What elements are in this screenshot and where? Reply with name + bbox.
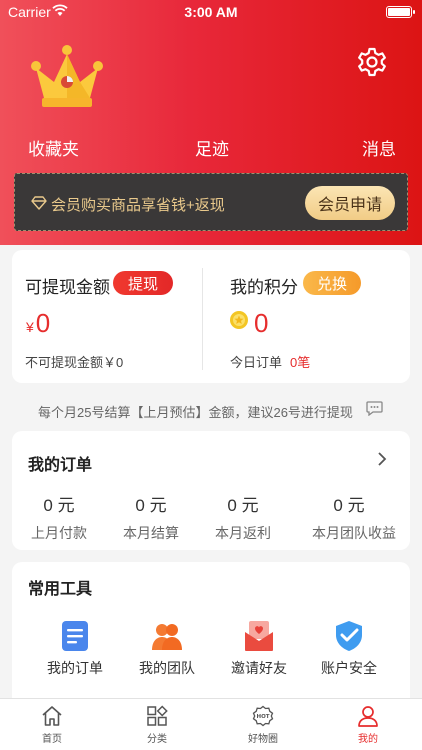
user-icon [358, 706, 378, 727]
tool-my-orders-label: 我的订单 [47, 660, 103, 676]
stat-this-month-rebate-label: 本月返利 [215, 525, 271, 541]
stat-team-income-label: 本月团队收益 [312, 525, 396, 541]
divider [202, 268, 203, 370]
today-orders-value: 0笔 [290, 355, 311, 370]
withdrawable-label: 可提现金额 [25, 278, 110, 297]
tool-invite-friends[interactable]: 邀请好友 [216, 620, 302, 678]
chevron-right-icon[interactable] [376, 451, 388, 467]
vip-banner[interactable]: 会员购买商品享省钱+返现 会员申请 [14, 173, 408, 231]
stat-last-month-paid-label: 上月付款 [31, 525, 87, 541]
tool-invite-friends-label: 邀请好友 [231, 660, 287, 676]
gear-icon[interactable] [356, 46, 388, 78]
clock: 3:00 AM [184, 4, 238, 20]
withdrawable-amount: ¥0 [26, 308, 50, 339]
tool-my-team[interactable]: 我的团队 [124, 620, 210, 678]
tool-my-team-label: 我的团队 [139, 660, 195, 676]
points-value: 0 [254, 308, 269, 338]
stat-this-month-rebate-value: 0 元 [227, 496, 259, 515]
stat-last-month-paid-value: 0 元 [43, 496, 75, 515]
svg-text:HOT: HOT [256, 714, 269, 720]
wallet-card: 可提现金额 提现 ¥0 不可提现金额￥0 我的积分 兑换 0 今日订单 0笔 [12, 250, 410, 383]
tab-mine-label: 我的 [358, 734, 378, 745]
stat-this-month-settled-label: 本月结算 [123, 525, 179, 541]
withdraw-button[interactable]: 提现 [113, 271, 173, 295]
tab-mine[interactable]: 我的 [333, 705, 403, 745]
tab-bar: 首页 分类 HOT 好物圈 我的 [0, 698, 422, 750]
tab-home[interactable]: 首页 [17, 705, 87, 745]
chat-bubble-icon[interactable] [366, 401, 383, 416]
orders-card[interactable]: 我的订单 0 元 上月付款 0 元 本月结算 0 元 本月返利 0 元 本月团队… [12, 431, 410, 550]
home-icon [42, 706, 62, 726]
tab-home-label: 首页 [42, 734, 62, 745]
stat-team-income-value: 0 元 [333, 496, 365, 515]
today-orders-label: 今日订单 [230, 355, 283, 370]
tool-account-security[interactable]: 账户安全 [306, 620, 392, 678]
diamond-icon [31, 196, 47, 210]
currency-symbol: ¥ [26, 319, 34, 335]
order-list-icon [62, 621, 88, 651]
stat-this-month-settled-value: 0 元 [135, 496, 167, 515]
tools-card: 常用工具 我的订单 我的团队 邀请好友 账户安全 [12, 562, 410, 698]
profile-header: Carrier 3:00 AM 收藏夹 足迹 消息 会员购买商品享省钱+返现 会… [0, 0, 422, 245]
tool-my-orders[interactable]: 我的订单 [32, 620, 118, 678]
shield-check-icon [336, 621, 362, 651]
vip-promo-text: 会员购买商品享省钱+返现 [51, 197, 225, 214]
settlement-notice: 每个月25号结算【上月预估】金额，建议26号进行提现 [38, 405, 353, 420]
invite-envelope-icon [245, 621, 273, 651]
favorites-link[interactable]: 收藏夹 [28, 135, 79, 160]
messages-link[interactable]: 消息 [362, 135, 396, 160]
tab-good-stuff[interactable]: HOT 好物圈 [228, 705, 298, 745]
tab-category-label: 分类 [147, 734, 167, 745]
team-icon [152, 624, 182, 650]
tab-category[interactable]: 分类 [122, 705, 192, 745]
coin-icon [230, 311, 248, 329]
non-withdrawable-text: 不可提现金额￥0 [25, 355, 124, 370]
status-bar: Carrier 3:00 AM [0, 0, 422, 24]
hot-badge-icon: HOT [252, 705, 274, 727]
crown-icon[interactable] [30, 42, 104, 112]
battery-icon [386, 6, 415, 18]
tools-title: 常用工具 [28, 581, 93, 598]
tab-good-stuff-label: 好物圈 [248, 734, 278, 745]
points-label: 我的积分 [230, 278, 298, 297]
exchange-button[interactable]: 兑换 [303, 271, 361, 295]
orders-title: 我的订单 [28, 457, 93, 474]
footprints-link[interactable]: 足迹 [195, 135, 229, 160]
category-icon [147, 705, 168, 726]
vip-apply-button[interactable]: 会员申请 [305, 186, 395, 220]
tool-account-security-label: 账户安全 [321, 660, 377, 676]
withdrawable-value: 0 [35, 308, 51, 338]
